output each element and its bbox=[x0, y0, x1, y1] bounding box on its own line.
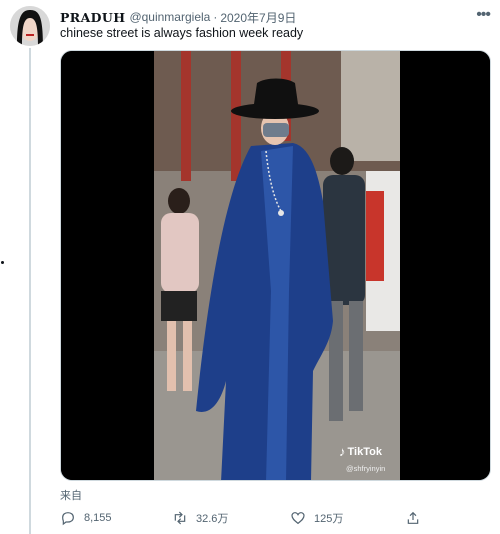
like-button[interactable]: 125万 bbox=[290, 510, 343, 526]
tweet-text: chinese street is always fashion week re… bbox=[60, 26, 304, 40]
retweet-button[interactable]: 32.6万 bbox=[172, 510, 228, 526]
retweet-count: 32.6万 bbox=[196, 513, 229, 525]
tweet-date[interactable]: 2020年7月9日 bbox=[220, 9, 296, 26]
tiktok-brand: TikTok bbox=[347, 445, 382, 458]
avatar[interactable] bbox=[10, 6, 50, 46]
share-icon bbox=[407, 511, 419, 524]
separator-dot: · bbox=[213, 10, 218, 24]
tiktok-username: @shfryinyin bbox=[346, 464, 386, 473]
reply-button[interactable]: 8,155 bbox=[60, 510, 112, 526]
video-player[interactable]: ♪ TikTok @shfryinyin bbox=[60, 50, 491, 481]
display-name[interactable]: PRADUH bbox=[60, 10, 125, 25]
reply-count: 8,155 bbox=[84, 512, 112, 524]
reply-icon bbox=[62, 512, 74, 526]
retweet-icon bbox=[174, 511, 186, 525]
tiktok-watermark: ♪ TikTok bbox=[339, 444, 382, 459]
tiktok-logo-icon: ♪ bbox=[339, 444, 346, 459]
like-icon bbox=[291, 512, 305, 525]
user-handle[interactable]: @quinmargiela bbox=[129, 10, 210, 24]
like-count: 125万 bbox=[314, 513, 344, 525]
tweet-header: PRADUH @quinmargiela · 2020年7月9日 bbox=[60, 8, 296, 26]
edge-dot bbox=[1, 261, 4, 264]
source-label: 来自 bbox=[60, 490, 82, 502]
more-horizontal-icon[interactable]: ••• bbox=[476, 6, 491, 24]
share-button[interactable] bbox=[405, 510, 429, 526]
video-frame bbox=[61, 51, 490, 480]
thread-line bbox=[29, 48, 31, 534]
action-bar: 8,155 32.6万 125万 bbox=[60, 510, 480, 530]
